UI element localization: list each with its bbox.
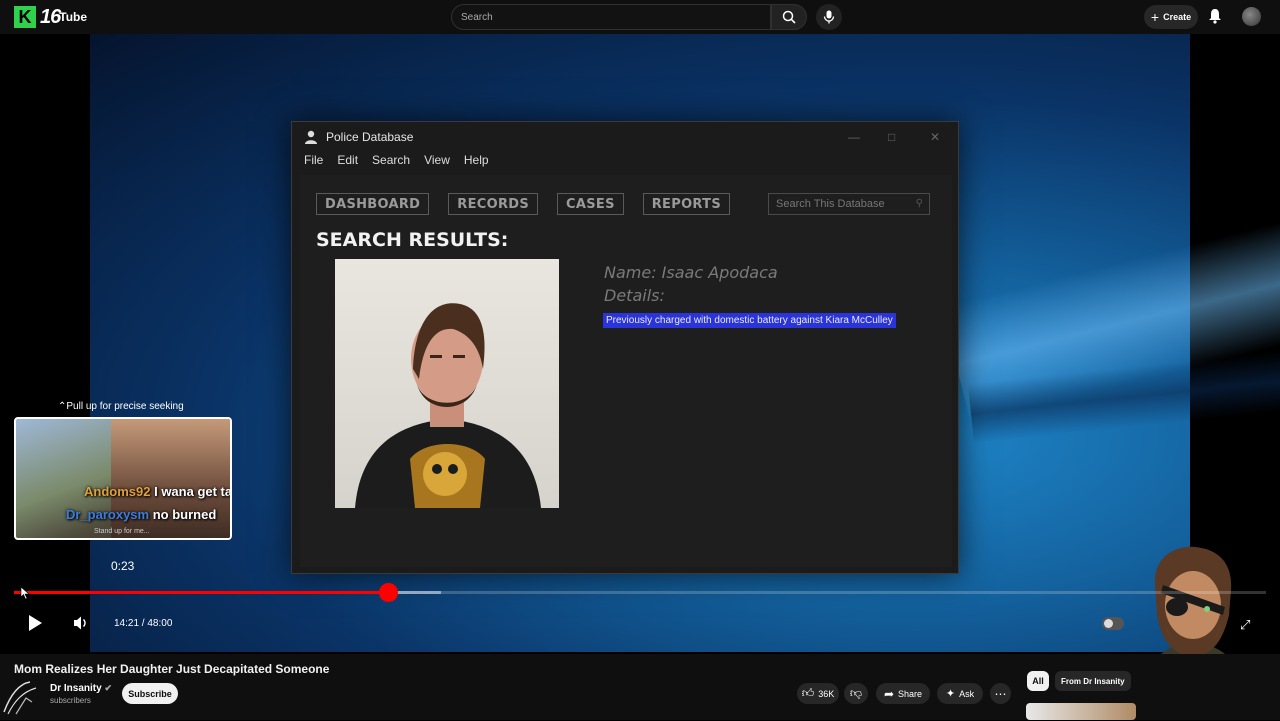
nav-cases: CASES	[557, 193, 624, 215]
database-content: DASHBOARD RECORDS CASES REPORTS Search T…	[300, 175, 952, 567]
logo[interactable]: K 16 Tube	[14, 4, 87, 30]
nav-records: RECORDS	[448, 193, 539, 215]
logo-text: Tube	[59, 10, 88, 24]
play-button[interactable]	[26, 613, 44, 638]
subscribe-button[interactable]: Subscribe	[122, 683, 178, 704]
menu-search: Search	[372, 153, 411, 167]
top-bar: K 16 Tube Search + Create	[0, 0, 1280, 34]
more-actions-button[interactable]: ⋯	[990, 683, 1011, 704]
share-button[interactable]: ➦ Share	[876, 683, 930, 704]
seek-preview-time: 0:23	[111, 559, 135, 573]
volume-icon	[74, 616, 86, 630]
fullscreen-icon: ⤢	[1240, 617, 1251, 632]
verified-icon: ✔	[104, 683, 113, 693]
progress-bar[interactable]	[14, 583, 1266, 602]
chip-all[interactable]: All	[1027, 671, 1049, 691]
window-menu-bar: File Edit Search View Help	[304, 153, 489, 167]
recommended-thumbnail[interactable]	[1026, 703, 1136, 720]
menu-file: File	[304, 153, 324, 167]
voice-search-button[interactable]	[816, 4, 842, 30]
details-label: Details:	[604, 286, 665, 305]
search-button[interactable]	[771, 4, 807, 30]
chat-line-2: Dr_paroxysm no burned	[66, 507, 216, 522]
create-label: Create	[1163, 12, 1192, 22]
window-title: Police Database	[326, 130, 414, 144]
nav-reports: REPORTS	[642, 193, 730, 215]
thumbs-down-icon: 👎︎	[849, 686, 863, 700]
share-label: Share	[898, 688, 923, 699]
search-icon	[782, 10, 796, 24]
create-button[interactable]: + Create	[1144, 5, 1198, 29]
database-search-placeholder: Search This Database	[776, 198, 885, 210]
more-horizontal-icon: ⋯	[994, 686, 1007, 701]
search-input[interactable]: Search	[451, 4, 771, 30]
menu-edit: Edit	[337, 153, 359, 167]
play-icon	[29, 615, 42, 631]
seek-hint: ⌃Pull up for precise seeking	[58, 401, 184, 412]
chat-user-1: Andoms92	[84, 484, 151, 499]
ask-button[interactable]: ✦ Ask	[937, 683, 983, 704]
search-results-heading: SEARCH RESULTS:	[316, 229, 509, 251]
streamer-overlay	[1133, 545, 1253, 654]
close-icon: ✕	[930, 130, 941, 144]
minimize-icon: —	[848, 130, 860, 144]
like-button[interactable]: 👍︎ 36K	[797, 683, 839, 704]
window-title-bar: Police Database	[304, 130, 413, 144]
like-count: 36K	[818, 688, 835, 699]
suspect-photo-illustration	[355, 303, 541, 508]
details-text-highlighted: Previously charged with domestic battery…	[603, 313, 896, 328]
chat-text-1: I wana get tazerd in hospice	[154, 484, 232, 499]
police-database-window: Police Database — □ ✕ File Edit Search V…	[291, 121, 959, 574]
video-player[interactable]: Police Database — □ ✕ File Edit Search V…	[0, 34, 1280, 654]
microphone-icon	[823, 10, 835, 24]
ask-label: Ask	[959, 688, 975, 699]
bell-icon	[1209, 9, 1221, 24]
logo-badge: 16	[40, 5, 61, 28]
search-placeholder: Search	[461, 11, 493, 23]
menu-view: View	[424, 153, 450, 167]
chip-from-channel[interactable]: From Dr Insanity	[1055, 671, 1131, 691]
channel-subscribers: subscribers	[50, 696, 91, 705]
share-icon: ➦	[883, 686, 895, 701]
menu-help: Help	[463, 153, 489, 167]
user-icon	[305, 130, 317, 144]
streamer-avatar-illustration	[1154, 546, 1232, 654]
maximize-icon: □	[888, 130, 896, 144]
cursor-icon	[20, 586, 30, 600]
time-display: 14:21 / 48:00	[114, 618, 173, 629]
plus-icon: +	[1150, 9, 1160, 25]
channel-name[interactable]: Dr Insanity ✔	[50, 683, 112, 694]
database-search-icon: ⚲	[915, 198, 923, 209]
database-nav: DASHBOARD RECORDS CASES REPORTS	[316, 193, 730, 215]
chat-line-1: Andoms92 I wana get tazerd in hospice	[84, 484, 232, 499]
suspect-photo	[335, 259, 559, 508]
account-avatar[interactable]	[1242, 7, 1261, 26]
suspect-name: Name: Isaac Apodaca	[604, 263, 778, 282]
volume-button[interactable]	[72, 615, 90, 636]
notifications-button[interactable]	[1208, 8, 1222, 29]
sparkle-icon: ✦	[945, 688, 956, 700]
video-title: Mom Realizes Her Daughter Just Decapitat…	[14, 662, 330, 676]
thumbs-up-icon: 👍︎	[801, 686, 815, 700]
autoplay-toggle[interactable]	[1102, 617, 1124, 630]
seek-preview-thumbnail: Andoms92 I wana get tazerd in hospice Dr…	[14, 417, 232, 540]
nav-dashboard: DASHBOARD	[316, 193, 430, 215]
database-search-field: Search This Database ⚲	[768, 193, 930, 215]
chat-user-2: Dr_paroxysm	[66, 507, 150, 522]
progress-played	[14, 591, 389, 594]
fullscreen-button[interactable]: ⤢	[1240, 617, 1250, 633]
preview-caption: Stand up for me...	[94, 528, 150, 535]
kick-logo-icon: K	[14, 6, 36, 28]
channel-avatar[interactable]	[2, 676, 42, 716]
chat-text-2: no burned	[152, 507, 217, 522]
dislike-button[interactable]: 👎︎	[844, 683, 868, 704]
